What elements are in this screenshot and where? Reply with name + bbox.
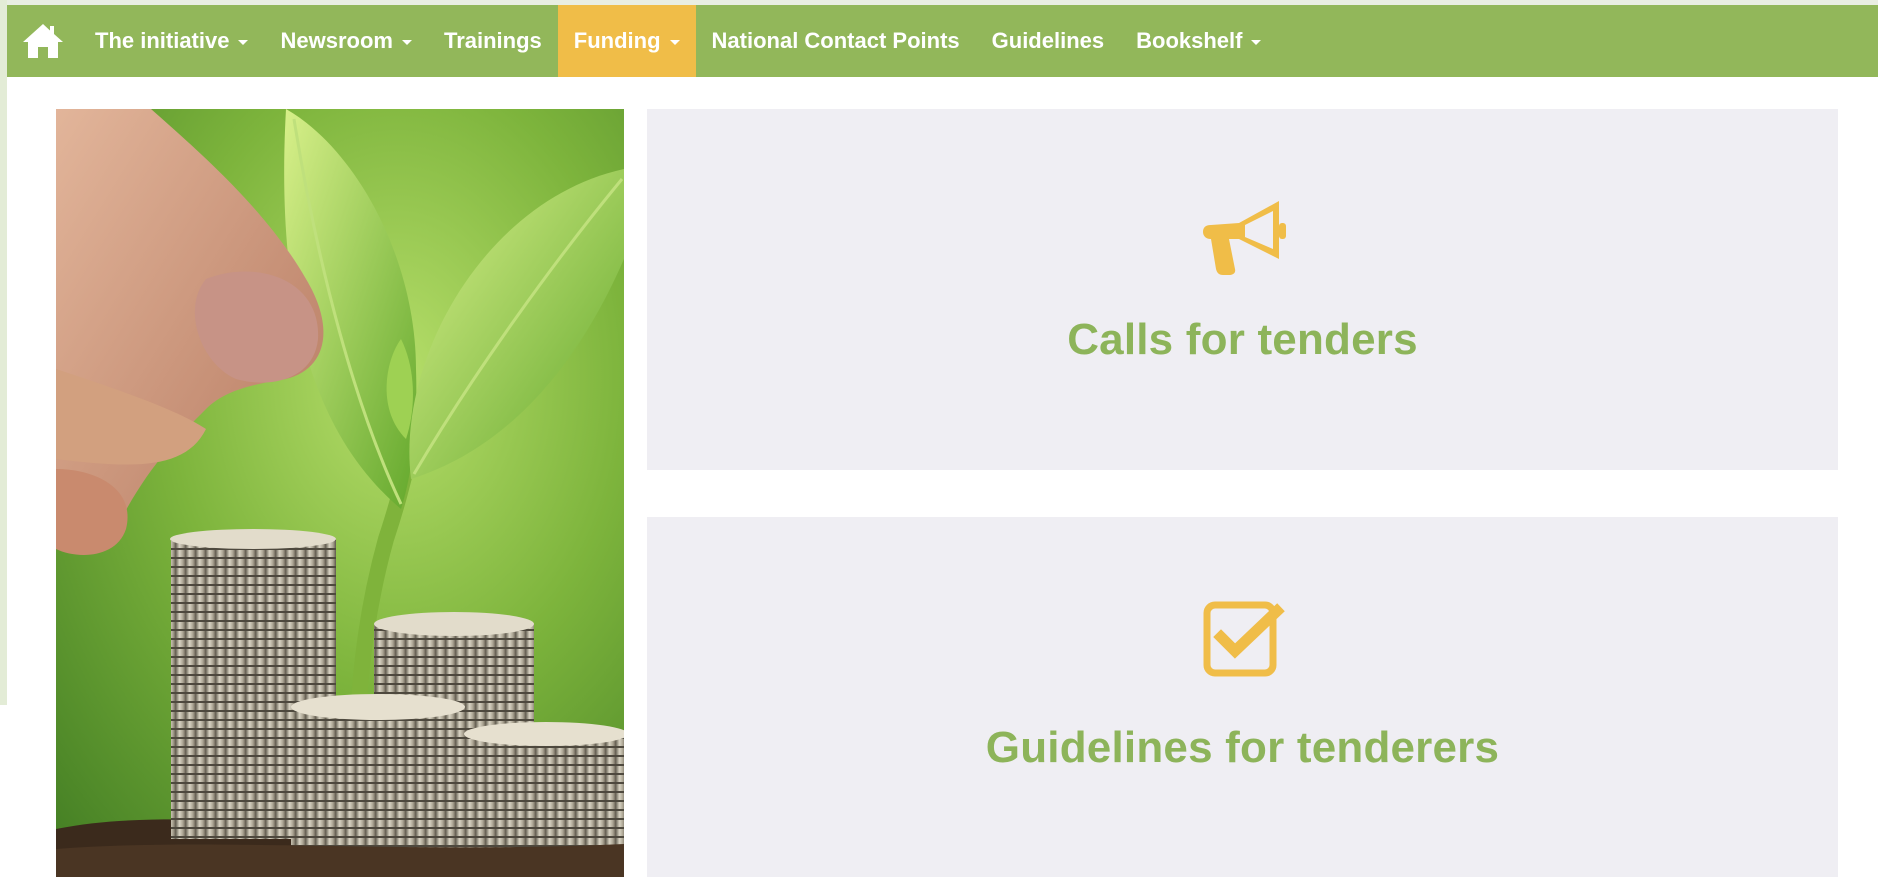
calls-for-tenders-card[interactable]: Calls for tenders [647,109,1838,470]
nav-label: The initiative [95,28,230,53]
megaphone-icon-wrapper [1193,193,1293,277]
hero-image [56,109,624,877]
nav-newsroom[interactable]: Newsroom [264,5,427,77]
nav-bookshelf[interactable]: Bookshelf [1120,5,1277,77]
checkbox-check-icon [1203,601,1285,677]
nav-label: Guidelines [991,28,1105,53]
checkbox-icon-wrapper [1193,597,1293,681]
nav-label: Funding [573,28,661,53]
nav-trainings[interactable]: Trainings [428,5,558,77]
card-title: Guidelines for tenderers [985,723,1500,772]
caret-down-icon [1251,39,1262,45]
nav-guidelines[interactable]: Guidelines [976,5,1120,77]
megaphone-icon [1202,201,1286,275]
page: The initiative Newsroom Trainings Fundin… [0,0,1878,877]
caret-down-icon [238,39,249,45]
home-icon [23,24,63,58]
main-navbar: The initiative Newsroom Trainings Fundin… [7,5,1878,77]
caret-down-icon [401,39,412,45]
nav-label: Trainings [443,28,542,53]
guidelines-for-tenderers-card[interactable]: Guidelines for tenderers [647,517,1838,877]
home-link[interactable] [7,5,79,77]
plant-and-coins-photo [56,109,624,877]
left-border [0,0,7,705]
nav-funding[interactable]: Funding [557,5,696,77]
nav-label: Bookshelf [1136,28,1243,53]
nav-label: National Contact Points [711,28,960,53]
card-title: Calls for tenders [1067,315,1418,364]
nav-label: Newsroom [280,28,393,53]
nav-national-contact-points[interactable]: National Contact Points [696,5,976,77]
caret-down-icon [669,39,680,45]
nav-the-initiative[interactable]: The initiative [79,5,264,77]
